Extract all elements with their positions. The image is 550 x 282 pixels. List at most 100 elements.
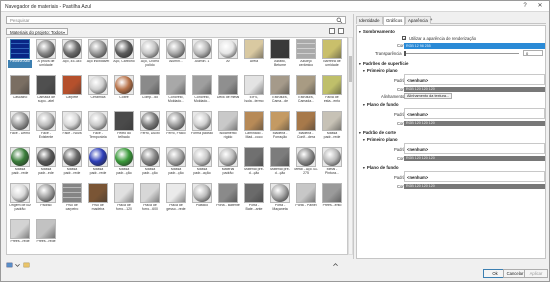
shading-color-swatch[interactable]: RGB 12 98 255	[404, 43, 545, 49]
material-tile[interactable]: Porta - Batente	[216, 183, 240, 212]
surface-fg-color-field[interactable]: RGB 120 120 120	[404, 87, 545, 92]
material-tile[interactable]: Prees...rede	[8, 219, 32, 248]
material-tile[interactable]: Ferro, Dúctil	[138, 111, 162, 140]
material-tile[interactable]: Madeira - Forração	[268, 111, 292, 140]
tab-aparencia[interactable]: Aparência	[405, 16, 431, 24]
material-tile[interactable]: EIFS, Isola...termo	[242, 75, 266, 104]
material-tile[interactable]: Padrão	[34, 183, 58, 212]
material-tile[interactable]: Massa padr...ção	[138, 147, 162, 176]
grid-view-icon[interactable]	[329, 28, 335, 34]
material-tile[interactable]: Massa padr...ede	[34, 147, 58, 176]
material-tile[interactable]: Alumín...	[164, 39, 188, 68]
material-tile[interactable]: Forma padrão	[190, 111, 214, 140]
add-tab-icon[interactable]: +	[430, 17, 432, 22]
material-tile[interactable]: Cobre	[112, 75, 136, 104]
material-tile[interactable]: Aço, 45-345	[60, 39, 84, 68]
search-input[interactable]: Pesquisar	[6, 16, 346, 24]
help-button[interactable]: ?	[520, 2, 530, 11]
material-tile[interactable]: Comp...do	[138, 75, 162, 104]
material-tile[interactable]: Concreto, Moldado...	[164, 75, 188, 104]
material-tile[interactable]: À prova de umidade	[34, 39, 58, 68]
list-view-icon[interactable]	[338, 28, 344, 34]
material-tile[interactable]: Pastilha Azul	[8, 39, 32, 68]
material-tile[interactable]: Alumín. 1	[190, 39, 214, 68]
material-tile[interactable]: Piso de madeira	[86, 183, 110, 212]
material-tile[interactable]: Prees...ento	[320, 183, 344, 212]
texture-alignment-button[interactable]: Alinhamento da textura...	[404, 93, 453, 99]
material-tile[interactable]: Massa padr...ção	[164, 147, 188, 176]
material-tile[interactable]: Concreto, Moldado...	[190, 75, 214, 104]
use-render-appearance-checkbox[interactable]: ✓	[402, 36, 406, 41]
material-tile[interactable]: Metal - Pintura...	[320, 147, 344, 176]
cut-foreground-header[interactable]: ▾ Primeiro plano	[363, 137, 398, 142]
section-shading[interactable]: ▾ Sombreamento	[359, 29, 395, 34]
material-tile[interactable]: Placa de forro...120	[112, 183, 136, 212]
material-tile[interactable]: Metal - Aço 43-275	[294, 147, 318, 176]
material-tile[interactable]: Origem de luz padrão	[8, 183, 32, 212]
transparency-slider[interactable]	[404, 53, 519, 54]
material-tile[interactable]: Placa de forro...600	[138, 183, 162, 212]
material-tile[interactable]: Face - Temporária	[86, 111, 110, 140]
material-tile[interactable]: Cerâmica	[86, 75, 110, 104]
material-tile[interactable]: Cascalho	[8, 75, 32, 104]
material-tile[interactable]: Massa padr...ção	[112, 147, 136, 176]
material-tile[interactable]: Estrutura, Camada...	[294, 75, 318, 104]
material-tile[interactable]: Feltro do telhado	[112, 111, 136, 140]
tab-identidade[interactable]: Identidade	[356, 16, 383, 24]
material-tile[interactable]: Plástico	[190, 183, 214, 212]
material-tile[interactable]: Azulejo cerâmico	[294, 39, 318, 68]
material-tile[interactable]: Carpete	[60, 75, 84, 104]
section-cut-patterns[interactable]: ▾ Padrão de corte	[359, 130, 396, 135]
tab-graficos[interactable]: Gráficos	[383, 16, 406, 25]
cut-fg-pattern-field[interactable]: <nenhum>	[404, 143, 545, 154]
surface-background-header[interactable]: ▾ Plano de fundo	[363, 102, 399, 107]
material-tile[interactable]: Porta - Painel	[294, 183, 318, 212]
material-tile[interactable]: Massa padr...rede	[8, 147, 32, 176]
surface-foreground-header[interactable]: ▾ Primeiro plano	[363, 68, 398, 73]
material-tile[interactable]: Deck de metal	[216, 75, 240, 104]
cut-bg-color-field[interactable]: RGB 120 120 120	[404, 184, 545, 189]
material-tile[interactable]: Prees...rede	[34, 219, 58, 248]
material-tile[interactable]: Ferro, Fraco	[164, 111, 188, 140]
material-tile[interactable]: Massa padr...rede	[60, 147, 84, 176]
material-tile[interactable]: Placa de gesso...rede	[164, 183, 188, 212]
close-button[interactable]: ✕	[535, 2, 545, 11]
material-tile[interactable]: Madeira - Conif...dera	[294, 111, 318, 140]
material-tile[interactable]: Material pré-d...ção	[242, 147, 266, 176]
search-icon[interactable]	[336, 17, 343, 24]
material-tile[interactable]: Ar	[216, 39, 240, 68]
scrollbar-thumb[interactable]	[349, 56, 352, 82]
material-tile[interactable]: Massa padr...rede	[320, 111, 344, 140]
material-tile[interactable]: Face - Nova	[60, 111, 84, 140]
material-tile[interactable]: Face - Existente	[34, 111, 58, 140]
material-tile[interactable]: Material pré-d...ção	[268, 147, 292, 176]
surface-bg-pattern-field[interactable]: <nenhum>	[404, 108, 545, 119]
material-options-icon[interactable]	[14, 262, 21, 268]
material-tile[interactable]: Aço inoxidável	[86, 39, 110, 68]
material-tile[interactable]: Areia	[242, 39, 266, 68]
material-tile[interactable]: Asfalto, Betume	[268, 39, 292, 68]
create-material-icon[interactable]	[6, 262, 13, 268]
surface-bg-color-field[interactable]: RGB 120 120 120	[404, 121, 545, 126]
apply-button[interactable]: Aplicar	[524, 269, 548, 278]
collapse-library-icon[interactable]	[332, 262, 339, 268]
library-filter-dropdown[interactable]: Materiais do projeto: Todos ▾	[6, 28, 68, 35]
material-tile[interactable]: Porta - Maçaneta	[268, 183, 292, 212]
open-asset-browser-icon[interactable]	[23, 262, 30, 268]
material-tile[interactable]: Isolamento rígido	[216, 111, 240, 140]
material-tile[interactable]: Faixa de esta...ento	[320, 75, 344, 104]
material-tile[interactable]: Barreira de umidade	[320, 39, 344, 68]
material-tile[interactable]: Piso de carpeiro	[60, 183, 84, 212]
surface-fg-pattern-field[interactable]: <nenhum>	[404, 74, 545, 85]
material-tile[interactable]: Massa padr...ação	[190, 147, 214, 176]
material-tile[interactable]: Material padrão	[216, 147, 240, 176]
material-tile[interactable]: Aço, Carbono	[112, 39, 136, 68]
material-tile[interactable]: Camada de supo...atel	[34, 75, 58, 104]
panel-divider[interactable]	[353, 14, 354, 259]
cut-bg-pattern-field[interactable]: <nenhum>	[404, 171, 545, 182]
material-tile[interactable]: Porta - Bate...ante	[242, 183, 266, 212]
material-tile[interactable]: Estrutura, Cama...de	[268, 75, 292, 104]
transparency-slider-thumb[interactable]	[404, 51, 406, 56]
cut-fg-color-field[interactable]: RGB 120 120 120	[404, 156, 545, 161]
section-surface-patterns[interactable]: ▾ Padrões de superfície	[359, 61, 408, 66]
